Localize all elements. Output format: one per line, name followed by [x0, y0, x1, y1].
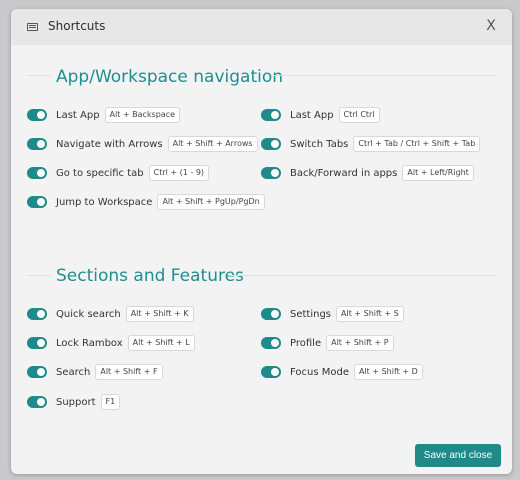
shortcut-label: Profile	[290, 337, 322, 349]
shortcut-label: Focus Mode	[290, 366, 349, 378]
shortcut-key: Ctrl Ctrl	[338, 107, 380, 123]
shortcut-row: Quick search Alt + Shift + K	[27, 304, 194, 324]
shortcut-row: Switch Tabs Ctrl + Tab / Ctrl + Shift + …	[261, 134, 481, 154]
shortcut-key: Ctrl + (1 - 9)	[148, 165, 210, 181]
shortcut-label: Switch Tabs	[290, 138, 349, 150]
shortcut-label: Quick search	[56, 308, 121, 320]
shortcut-key: Alt + Shift + K	[125, 306, 194, 322]
shortcut-label: Settings	[290, 308, 332, 320]
shortcut-toggle[interactable]	[261, 366, 281, 378]
shortcut-label: Navigate with Arrows	[56, 138, 163, 150]
shortcut-row: Back/Forward in apps Alt + Left/Right	[261, 163, 474, 183]
shortcut-row: Jump to Workspace Alt + Shift + PgUp/PgD…	[27, 192, 265, 212]
shortcut-key: F1	[100, 394, 121, 410]
shortcut-toggle[interactable]	[261, 138, 281, 150]
shortcut-label: Support	[56, 396, 96, 408]
shortcut-toggle[interactable]	[261, 109, 281, 121]
section-divider	[27, 75, 51, 76]
shortcut-row: Navigate with Arrows Alt + Shift + Arrow…	[27, 134, 258, 154]
shortcut-toggle[interactable]	[27, 196, 47, 208]
shortcut-key: Alt + Shift + PgUp/PgDn	[157, 194, 265, 210]
shortcut-toggle[interactable]	[261, 167, 281, 179]
shortcut-key: Alt + Left/Right	[402, 165, 474, 181]
shortcut-toggle[interactable]	[27, 167, 47, 179]
shortcut-row: Last App Ctrl Ctrl	[261, 105, 380, 125]
dialog-header: Shortcuts X	[11, 9, 512, 45]
shortcut-toggle[interactable]	[27, 337, 47, 349]
shortcut-key: Alt + Shift + L	[127, 335, 195, 351]
shortcut-toggle[interactable]	[27, 109, 47, 121]
section-divider	[229, 275, 495, 276]
shortcut-key: Alt + Shift + F	[95, 364, 163, 380]
shortcut-row: Go to specific tab Ctrl + (1 - 9)	[27, 163, 210, 183]
shortcut-key: Alt + Shift + Arrows	[167, 136, 258, 152]
shortcut-row: Lock Rambox Alt + Shift + L	[27, 333, 195, 353]
shortcut-key: Ctrl + Tab / Ctrl + Shift + Tab	[353, 136, 481, 152]
shortcut-toggle[interactable]	[261, 337, 281, 349]
shortcut-toggle[interactable]	[27, 308, 47, 320]
section-title-navigation: App/Workspace navigation	[56, 67, 284, 87]
shortcut-label: Jump to Workspace	[56, 196, 153, 208]
dialog-title: Shortcuts	[48, 19, 106, 33]
shortcut-row: Search Alt + Shift + F	[27, 362, 163, 382]
shortcut-key: Alt + Shift + S	[336, 306, 404, 322]
shortcut-row: Focus Mode Alt + Shift + D	[261, 362, 423, 382]
shortcut-row: Profile Alt + Shift + P	[261, 333, 394, 353]
shortcut-label: Back/Forward in apps	[290, 167, 398, 179]
keyboard-icon	[27, 23, 38, 31]
shortcuts-dialog: Shortcuts X App/Workspace navigation Las…	[11, 9, 512, 474]
shortcut-toggle[interactable]	[27, 396, 47, 408]
shortcut-toggle[interactable]	[27, 366, 47, 378]
shortcut-key: Alt + Backspace	[104, 107, 181, 123]
shortcut-label: Lock Rambox	[56, 337, 123, 349]
shortcut-toggle[interactable]	[261, 308, 281, 320]
shortcut-toggle[interactable]	[27, 138, 47, 150]
shortcut-row: Settings Alt + Shift + S	[261, 304, 404, 324]
section-divider	[273, 75, 495, 76]
shortcut-row: Support F1	[27, 392, 121, 412]
shortcut-label: Last App	[290, 109, 334, 121]
shortcut-key: Alt + Shift + D	[353, 364, 423, 380]
close-icon[interactable]: X	[482, 17, 500, 35]
save-and-close-button[interactable]: Save and close	[415, 444, 501, 467]
shortcut-label: Go to specific tab	[56, 167, 144, 179]
section-divider	[27, 275, 51, 276]
shortcut-row: Last App Alt + Backspace	[27, 105, 181, 125]
shortcut-label: Last App	[56, 109, 100, 121]
section-title-features: Sections and Features	[56, 266, 244, 286]
shortcut-label: Search	[56, 366, 91, 378]
shortcut-key: Alt + Shift + P	[326, 335, 394, 351]
